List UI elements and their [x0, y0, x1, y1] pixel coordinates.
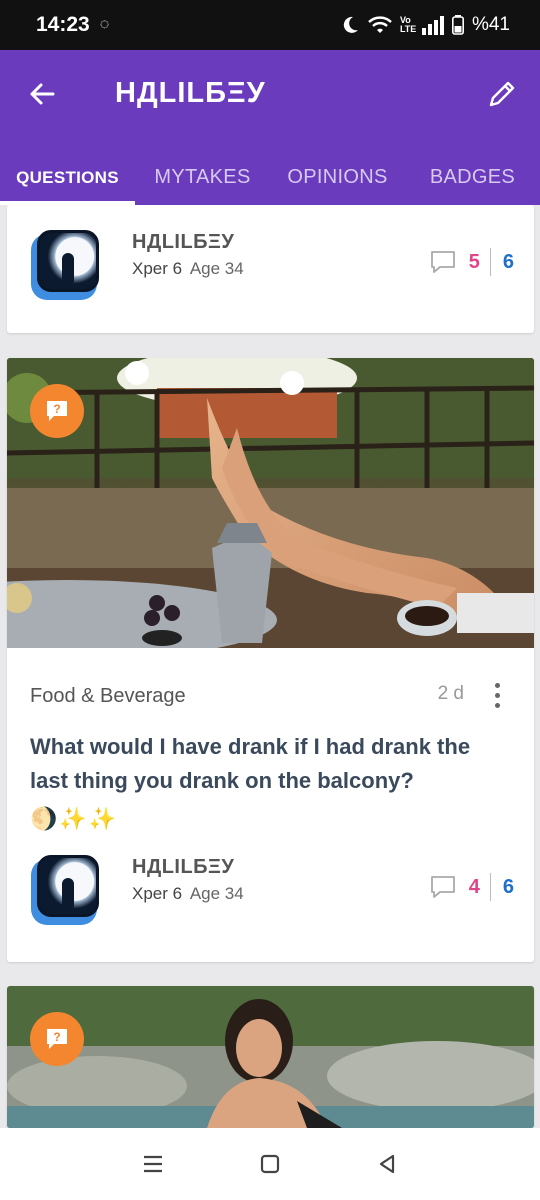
- question-emojis: 🌖 ✨ ✨: [30, 806, 116, 832]
- home-button[interactable]: [250, 1144, 290, 1184]
- river-photo: [7, 986, 534, 1128]
- comment-icon: [430, 876, 455, 898]
- tab-badges[interactable]: BADGES: [405, 150, 540, 205]
- sparkles-emoji: ✨: [88, 806, 117, 831]
- author-name[interactable]: НДLILБΞУ: [132, 856, 234, 879]
- arrow-left-icon: [30, 83, 55, 105]
- author-meta: Xper 6 Age 34: [132, 259, 244, 279]
- category-label[interactable]: Food & Beverage: [30, 685, 186, 708]
- edit-button[interactable]: [484, 76, 520, 112]
- question-badge: ?: [30, 1012, 84, 1066]
- author-age: Age 34: [189, 884, 244, 903]
- tab-questions[interactable]: QUESTIONS: [0, 150, 135, 205]
- question-image[interactable]: ?: [7, 358, 534, 648]
- svg-text:?: ?: [53, 1030, 60, 1044]
- status-bar: 14:23 ◌ Vo LTE %41: [0, 0, 540, 50]
- question-title[interactable]: What would I have drank if I had drank t…: [30, 730, 510, 798]
- card-stats: 4 6: [429, 873, 514, 901]
- wifi-icon: [368, 16, 392, 33]
- back-nav-button[interactable]: [367, 1144, 407, 1184]
- author-row[interactable]: НДLILБΞУ Xper 6 Age 34 4 6: [7, 855, 534, 935]
- question-bubble-icon: ?: [47, 401, 67, 421]
- menu-icon: [144, 1155, 163, 1173]
- back-button[interactable]: [24, 76, 60, 112]
- opinion-count: 5: [468, 250, 480, 273]
- svg-text:?: ?: [53, 402, 60, 416]
- tab-opinions[interactable]: OPINIONS: [270, 150, 405, 205]
- pencil-icon: [489, 81, 515, 107]
- balcony-photo: [7, 358, 534, 648]
- avatar[interactable]: [31, 230, 101, 300]
- sparkles-emoji: ✨: [59, 806, 87, 831]
- triangle-back-icon: [379, 1154, 394, 1174]
- xper-level: Xper 6: [132, 884, 183, 903]
- author-row[interactable]: НДLILБΞУ Xper 6 Age 34 5 6: [7, 230, 534, 310]
- avatar[interactable]: [31, 855, 101, 925]
- app-header: НДLILБΞУ QUESTIONS MYTAKES OPINIONS BADG…: [0, 50, 540, 205]
- moon-emoji: 🌖: [30, 806, 58, 831]
- page-title: НДLILБΞУ: [115, 77, 266, 109]
- status-time: 14:23: [36, 13, 90, 36]
- author-age: Age 34: [189, 259, 244, 278]
- tab-mytakes[interactable]: MYTAKES: [135, 150, 270, 205]
- moon-icon: [343, 16, 358, 33]
- post-time: 2 d: [437, 683, 464, 704]
- opinion-count: 4: [468, 875, 480, 898]
- question-card[interactable]: НДLILБΞУ Xper 6 Age 34 5 6: [7, 205, 534, 333]
- question-card[interactable]: ?: [7, 986, 534, 1128]
- question-badge: ?: [30, 384, 84, 438]
- card-stats: 5 6: [429, 248, 514, 276]
- battery-percent: %41: [471, 14, 510, 35]
- home-square-icon: [260, 1154, 280, 1174]
- comment-icon: [430, 251, 455, 273]
- stats-divider: [489, 248, 491, 276]
- question-bubble-icon: ?: [47, 1029, 67, 1049]
- signal-icon: [421, 16, 444, 35]
- author-name[interactable]: НДLILБΞУ: [132, 231, 234, 254]
- tab-bar: QUESTIONS MYTAKES OPINIONS BADGES: [0, 150, 540, 205]
- author-meta: Xper 6 Age 34: [132, 884, 244, 904]
- volte-icon: Vo LTE: [399, 15, 417, 34]
- question-image[interactable]: ?: [7, 986, 534, 1128]
- answer-count: 6: [502, 250, 514, 273]
- stats-divider: [489, 873, 491, 901]
- battery-icon: [451, 15, 464, 35]
- status-icons: Vo LTE %41: [340, 14, 510, 36]
- recents-button[interactable]: [133, 1144, 173, 1184]
- question-card[interactable]: ? Food & Beverage 2 d What would I have …: [7, 358, 534, 962]
- sync-icon: ◌: [99, 16, 110, 33]
- answer-count: 6: [502, 875, 514, 898]
- xper-level: Xper 6: [132, 259, 183, 278]
- system-nav-bar: [0, 1128, 540, 1200]
- more-options-button[interactable]: [482, 678, 512, 712]
